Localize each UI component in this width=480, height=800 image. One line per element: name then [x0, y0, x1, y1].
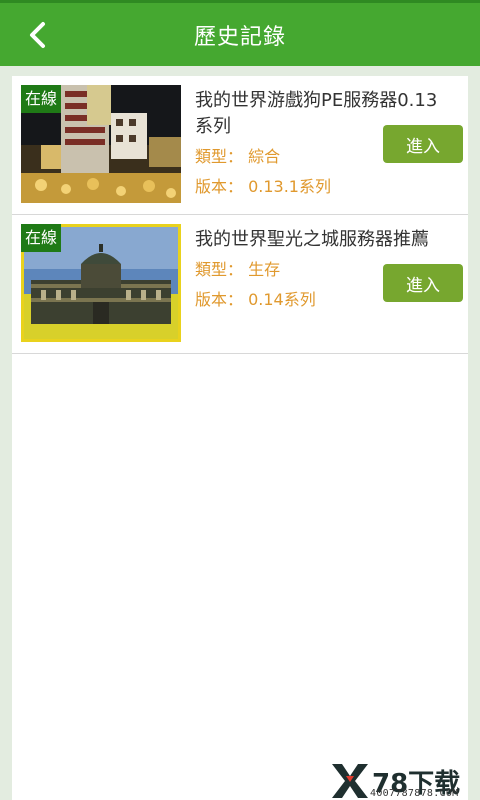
- online-badge: 在線: [21, 224, 62, 252]
- list-item[interactable]: 在線 我的世界游戲狗PE服務器0.13系列 類型： 綜合 版本： 0.13.1系…: [12, 76, 468, 215]
- app-header: 歷史記錄: [0, 3, 480, 66]
- watermark: 78下载 4007787878.COM: [330, 762, 478, 800]
- server-name: 我的世界聖光之城服務器推薦: [195, 229, 429, 250]
- watermark-logo-icon: [332, 764, 368, 798]
- server-version: 版本： 0.13.1系列: [195, 177, 331, 196]
- page-title: 歷史記錄: [193, 24, 286, 50]
- enter-button[interactable]: 進入: [383, 264, 463, 302]
- back-button[interactable]: [20, 17, 56, 53]
- list-item[interactable]: 在線 我的世界聖光之城服務器推薦 類型： 生存 版本： 0.14系列 進入: [12, 215, 468, 354]
- watermark-url: 4007787878.COM: [370, 788, 459, 799]
- history-list: 在線 我的世界游戲狗PE服務器0.13系列 類型： 綜合 版本： 0.13.1系…: [12, 76, 468, 800]
- enter-button[interactable]: 進入: [383, 125, 463, 163]
- server-thumbnail: 在線: [21, 224, 181, 342]
- server-thumbnail: 在線: [21, 85, 181, 203]
- online-badge: 在線: [21, 85, 62, 113]
- chevron-left-icon: [30, 22, 45, 48]
